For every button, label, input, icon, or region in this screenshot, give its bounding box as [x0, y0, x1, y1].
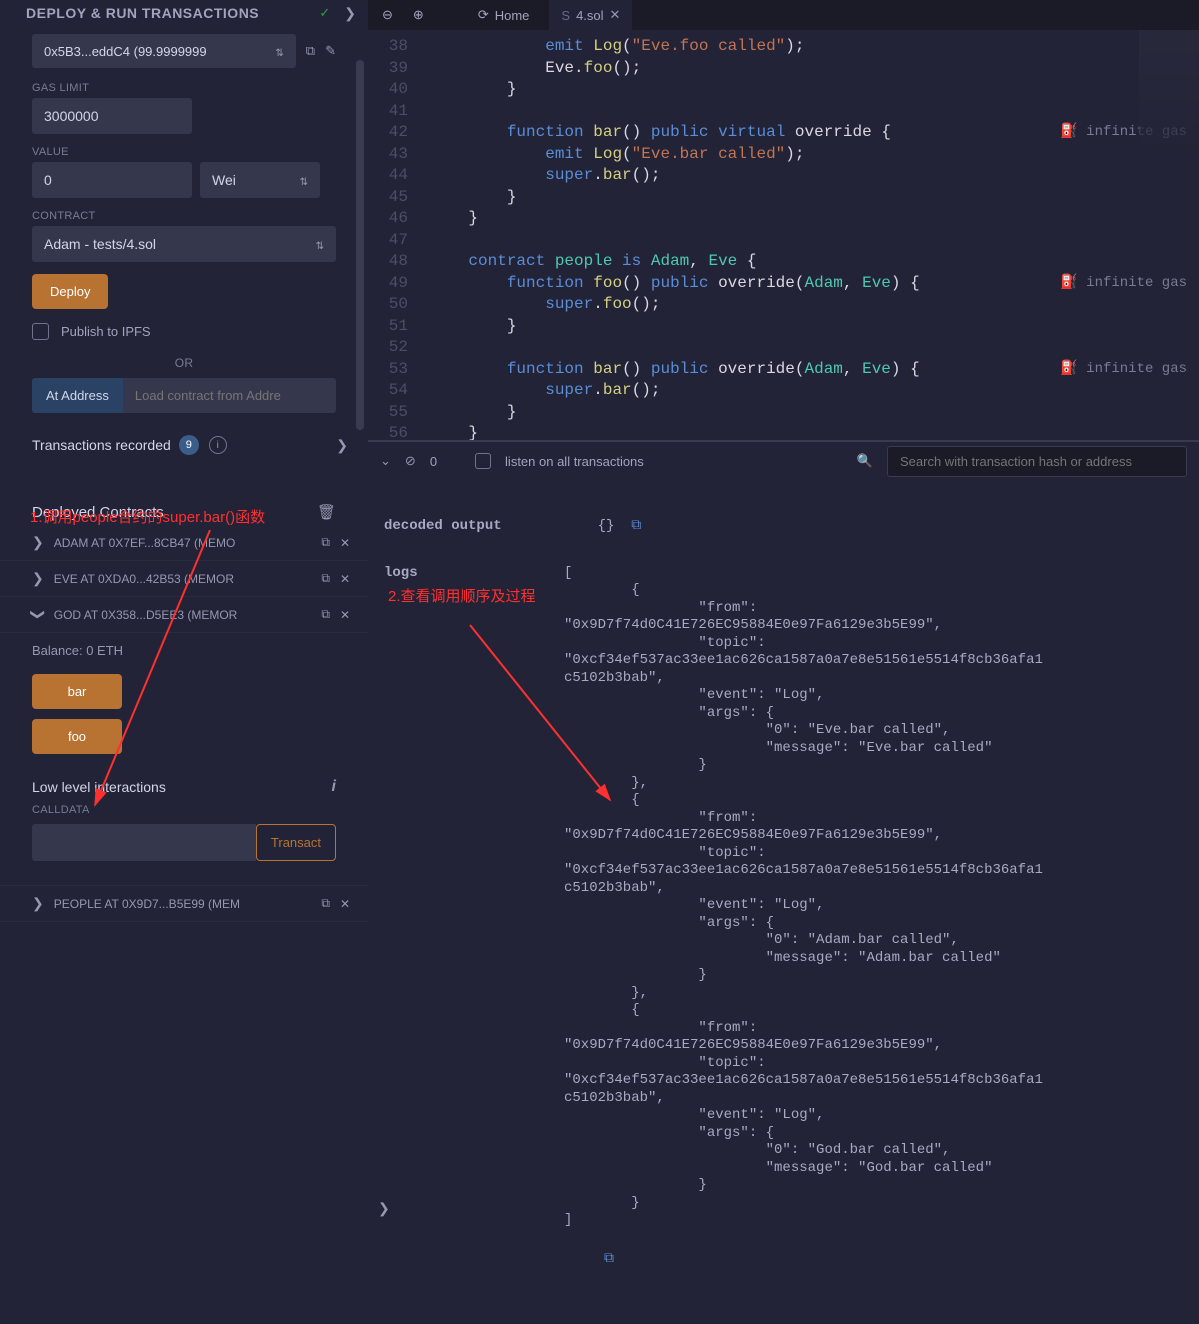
solidity-icon: S — [561, 8, 570, 23]
low-level-label: Low level interactions — [32, 779, 166, 795]
fn-foo-button[interactable]: foo — [32, 719, 122, 754]
account-value: 0x5B3...eddC4 (99.9999999 — [44, 44, 207, 59]
annotation-1: 1.调用people合约的super.bar()函数 — [30, 506, 265, 527]
terminal-output: decoded output {} ⧉ logs [ { "from": "0x… — [368, 480, 1199, 1324]
contract-label: CONTRACT — [32, 210, 336, 222]
contract-item-adam[interactable]: ❯ ADAM AT 0X7EF...8CB47 (MEMO ⧉ ✕ — [0, 525, 368, 561]
copy-icon: ⧉ — [604, 1251, 614, 1267]
close-icon[interactable]: ✕ — [610, 7, 621, 23]
close-icon[interactable]: ✕ — [340, 536, 350, 550]
updown-icon — [296, 172, 308, 188]
balance-label: Balance: 0 ETH — [0, 633, 368, 670]
calldata-input[interactable] — [32, 824, 256, 861]
annotation-2: 2.查看调用顺序及过程 — [388, 585, 536, 606]
edit-icon[interactable]: ✎ — [325, 43, 336, 59]
collapse-icon[interactable]: ❯ — [344, 5, 356, 22]
listen-label: listen on all transactions — [505, 454, 644, 469]
fn-bar-button[interactable]: bar — [32, 674, 122, 709]
terminal-search-input[interactable] — [887, 446, 1187, 477]
info-icon[interactable]: i — [209, 436, 227, 454]
updown-icon — [312, 236, 324, 252]
value-input[interactable] — [32, 162, 192, 198]
tab-home[interactable]: ⟳ Home — [466, 0, 542, 30]
trash-icon[interactable]: 🗑 — [317, 503, 336, 521]
close-icon[interactable]: ✕ — [340, 608, 350, 622]
search-icon[interactable]: 🔍 — [857, 453, 873, 469]
gas-limit-input[interactable] — [32, 98, 192, 134]
deploy-button[interactable]: Deploy — [32, 274, 108, 309]
at-address-button[interactable]: At Address — [32, 378, 123, 413]
copy-icon[interactable]: ⧉ — [321, 571, 330, 586]
updown-icon — [271, 43, 283, 59]
or-label: OR — [0, 350, 368, 378]
transact-button[interactable]: Transact — [256, 824, 336, 861]
contract-item-people[interactable]: ❯ PEOPLE AT 0X9D7...B5E99 (MEM ⧉ ✕ — [0, 885, 368, 922]
home-icon: ⟳ — [478, 7, 489, 23]
publish-ipfs-checkbox[interactable] — [32, 323, 49, 340]
listen-checkbox[interactable] — [475, 453, 491, 469]
clear-icon[interactable]: ⊘ — [405, 453, 416, 469]
expand-icon[interactable]: ❯ — [336, 437, 348, 454]
terminal-toolbar: ⌄ ⊘ 0 listen on all transactions 🔍 — [368, 440, 1199, 480]
chevron-right-icon: ❯ — [32, 534, 44, 551]
close-icon[interactable]: ✕ — [340, 897, 350, 911]
tab-bar: ⊖ ⊕ ⟳ Home S 4.sol ✕ — [368, 0, 1199, 30]
publish-ipfs-label: Publish to IPFS — [61, 324, 151, 339]
txn-recorded-label: Transactions recorded — [32, 437, 171, 453]
contract-item-eve[interactable]: ❯ EVE AT 0XDA0...42B53 (MEMOR ⧉ ✕ — [0, 561, 368, 597]
scrollbar[interactable] — [356, 60, 364, 430]
deploy-run-panel: DEPLOY & RUN TRANSACTIONS ✓ ❯ 0x5B3...ed… — [0, 0, 368, 1221]
copy-icon[interactable]: ⧉ — [321, 535, 330, 550]
copy-icon[interactable]: ⧉ — [321, 607, 330, 622]
value-label: VALUE — [32, 146, 336, 158]
value-unit-select[interactable]: Wei — [200, 162, 320, 198]
contract-item-god[interactable]: ❯ GOD AT 0X358...D5EE3 (MEMOR ⧉ ✕ — [0, 597, 368, 633]
terminal-prompt-icon[interactable]: ❯ — [378, 1200, 390, 1217]
chevron-right-icon: ❯ — [32, 570, 44, 587]
copy-icon[interactable]: ⧉ — [306, 43, 315, 59]
tab-file[interactable]: S 4.sol ✕ — [549, 0, 632, 30]
contract-select[interactable]: Adam - tests/4.sol — [32, 226, 336, 262]
collapse-terminal-icon[interactable]: ⌄ — [380, 453, 391, 469]
minimap[interactable] — [1139, 30, 1199, 160]
editor-panel: ⊖ ⊕ ⟳ Home S 4.sol ✕ 38 emit Log("Eve.fo… — [368, 0, 1199, 1221]
info-icon[interactable]: i — [332, 778, 336, 796]
gas-limit-label: GAS LIMIT — [32, 82, 336, 94]
at-address-input[interactable] — [123, 378, 336, 413]
copy-icon[interactable]: ⧉ — [631, 518, 641, 534]
decoded-output-label: decoded output — [384, 518, 564, 536]
calldata-label: CALLDATA — [0, 804, 368, 816]
txn-count-badge: 9 — [179, 435, 199, 455]
close-icon[interactable]: ✕ — [340, 572, 350, 586]
copy-icon[interactable]: ⧉ — [321, 896, 330, 911]
panel-title: DEPLOY & RUN TRANSACTIONS — [26, 4, 259, 22]
pending-count: 0 — [430, 454, 437, 469]
check-icon[interactable]: ✓ — [319, 5, 330, 21]
chevron-down-icon: ❯ — [29, 609, 46, 621]
zoom-out-icon[interactable]: ⊖ — [376, 3, 399, 27]
zoom-in-icon[interactable]: ⊕ — [407, 3, 430, 27]
chevron-right-icon: ❯ — [32, 895, 44, 912]
account-selector[interactable]: 0x5B3...eddC4 (99.9999999 — [32, 34, 296, 68]
code-editor[interactable]: 38 emit Log("Eve.foo called");39 Eve.foo… — [368, 30, 1199, 440]
